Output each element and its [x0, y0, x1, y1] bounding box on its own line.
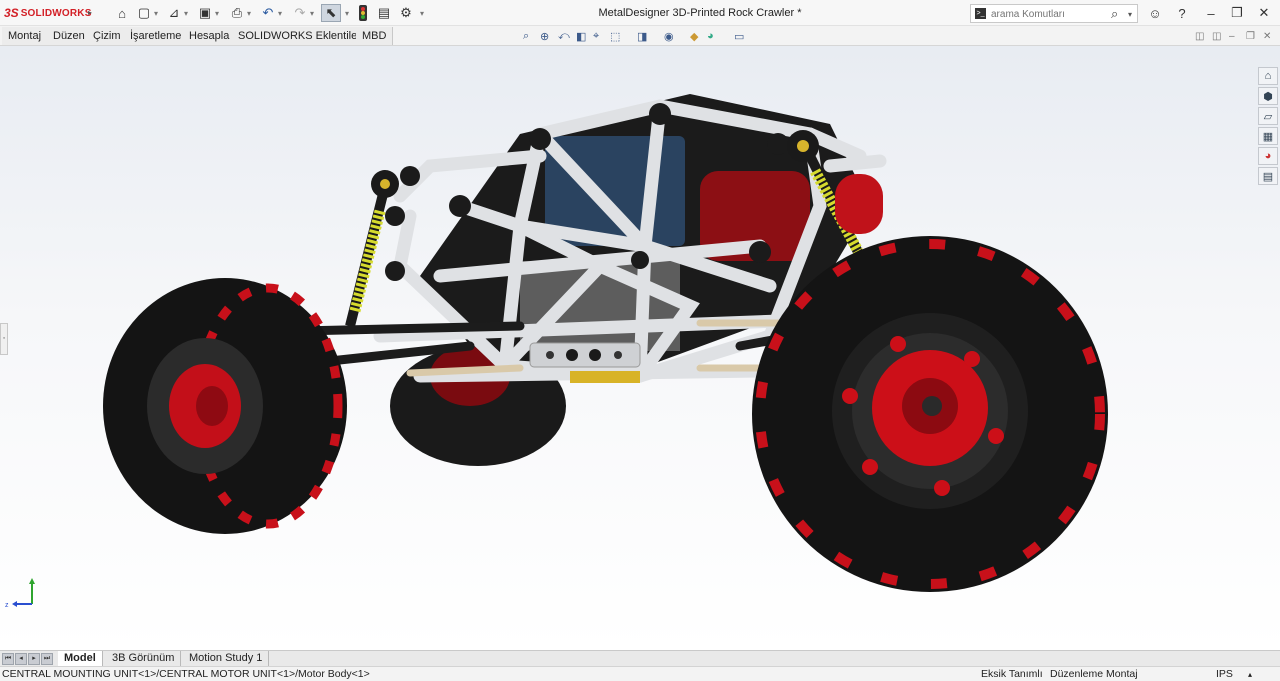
graphics-viewport[interactable]: ⌂ ⬢ ▱ ▦ ◕ ▤ ◦ z [0, 46, 1280, 650]
edit-appearance-icon[interactable]: ◆ [690, 30, 698, 43]
hide-show-items-icon[interactable]: ◉ [664, 30, 674, 43]
search-input[interactable] [991, 7, 1091, 21]
minimize-icon[interactable]: – [1201, 3, 1221, 23]
bottom-tab-bar: ⏮ ◂ ▸ ⏭ Model 3B Görünüm Motion Study 1 [0, 650, 1280, 667]
coordinate-triad-icon: z [5, 578, 35, 609]
display-style-icon[interactable]: ◨ [637, 30, 647, 43]
status-bar: CENTRAL MOUNTING UNIT<1>/CENTRAL MOTOR U… [0, 666, 1280, 681]
viewport-close-icon[interactable]: ✕ [1263, 31, 1271, 42]
custom-properties-icon[interactable]: ▤ [1258, 167, 1278, 185]
file-explorer-icon[interactable]: ▱ [1258, 107, 1278, 125]
previous-tab-icon[interactable]: ◂ [15, 653, 27, 665]
view-settings-icon[interactable]: ▭ [734, 30, 744, 43]
front-left-shock [345, 170, 399, 328]
units-dropdown-icon[interactable]: ▴ [1248, 670, 1252, 679]
solidworks-resources-icon[interactable]: ⌂ [1258, 67, 1278, 85]
title-bar: 3S SOLIDWORKS ▸ ⌂ ▢ ▾ ⊿ ▾ ▣ ▾ ⎙ ▾ ↶ ▾ ↷ … [0, 0, 1280, 26]
rock-crawler-model[interactable] [0, 46, 1280, 650]
tab-model[interactable]: Model [58, 651, 103, 667]
close-icon[interactable]: ✕ [1254, 3, 1274, 23]
task-pane: ⌂ ⬢ ▱ ▦ ◕ ▤ [1258, 67, 1280, 187]
tab-cizim[interactable]: Çizim [87, 27, 128, 45]
last-tab-icon[interactable]: ⏭ [41, 653, 53, 665]
previous-view-icon[interactable]: ⤺ [558, 30, 570, 43]
help-icon[interactable]: ? [1172, 3, 1192, 23]
zoom-to-area-icon[interactable]: ⊕ [540, 30, 549, 43]
command-manager-tabs: Montaj Düzen Çizim İşaretleme Hesapla SO… [0, 26, 1280, 46]
appearances-icon[interactable]: ◕ [1258, 147, 1278, 165]
status-edit-mode: Düzenleme Montaj [1050, 668, 1138, 680]
dynamic-annotation-icon[interactable]: ⌖ [593, 30, 599, 43]
tab-duzen[interactable]: Düzen [47, 27, 92, 45]
next-tab-icon[interactable]: ▸ [28, 653, 40, 665]
tab-montaj[interactable]: Montaj [2, 27, 49, 45]
section-view-icon[interactable]: ◧ [576, 30, 586, 43]
command-prompt-icon: >_ [975, 8, 986, 19]
search-dropdown-icon[interactable]: ▾ [1128, 10, 1132, 19]
status-selection-path: CENTRAL MOUNTING UNIT<1>/CENTRAL MOTOR U… [2, 668, 370, 680]
viewport-minimize-icon[interactable]: – [1229, 31, 1235, 42]
status-definition: Eksik Tanımlı [981, 668, 1043, 680]
design-library-icon[interactable]: ⬢ [1258, 87, 1278, 105]
command-search-box[interactable]: >_ ⌕ ▾ [970, 4, 1138, 23]
svg-text:z: z [5, 602, 9, 609]
feature-manager-toggle[interactable]: ◦ [0, 323, 8, 355]
tab-mbd[interactable]: MBD [356, 27, 394, 45]
zoom-to-fit-icon[interactable]: ⌕ [523, 30, 529, 43]
front-left-wheel [103, 278, 347, 534]
restore-icon[interactable]: ❐ [1227, 3, 1247, 23]
tab-eklentiler[interactable]: SOLIDWORKS Eklentileri [232, 27, 371, 45]
tab-motion-study[interactable]: Motion Study 1 [183, 651, 270, 667]
view-orientation-icon[interactable]: ⬚ [610, 30, 620, 43]
tab-isaretleme[interactable]: İşaretleme [124, 27, 189, 45]
tab-hesapla[interactable]: Hesapla [183, 27, 237, 45]
search-icon[interactable]: ⌕ [1111, 6, 1118, 22]
apply-scene-icon[interactable]: ◕ [707, 30, 714, 42]
view-palette-icon[interactable]: ▦ [1258, 127, 1278, 145]
user-account-icon[interactable]: ☺ [1145, 3, 1165, 23]
tab-3d-view[interactable]: 3B Görünüm [106, 651, 182, 667]
first-tab-icon[interactable]: ⏮ [2, 653, 14, 665]
tile-horizontal-icon[interactable]: ◫ [1195, 31, 1204, 42]
viewport-restore-icon[interactable]: ❐ [1246, 31, 1255, 42]
status-units[interactable]: IPS [1216, 668, 1233, 680]
tile-vertical-icon[interactable]: ◫ [1212, 31, 1221, 42]
front-right-wheel [752, 236, 1108, 592]
